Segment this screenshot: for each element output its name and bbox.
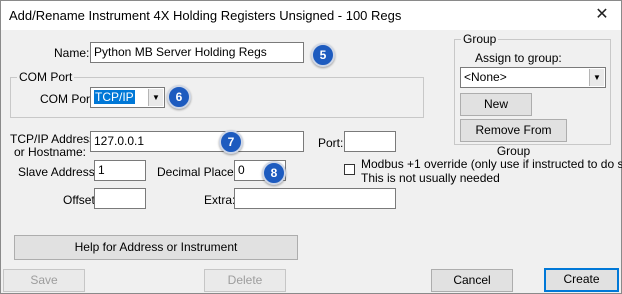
dialog-window: Add/Rename Instrument 4X Holding Registe… — [0, 0, 622, 294]
new-group-button[interactable]: New Group... — [460, 93, 532, 132]
tcpip-value: 127.0.0.1 — [94, 134, 145, 148]
name-field[interactable]: Python MB Server Holding Regs — [90, 42, 304, 63]
remove-from-group-button[interactable]: Remove From Group — [460, 119, 567, 158]
slave-value: 1 — [98, 163, 105, 177]
tcpip-address-field[interactable]: 127.0.0.1 — [90, 131, 304, 152]
callout-7-badge: 7 — [219, 130, 243, 154]
assign-group-select[interactable]: <None> ▼ — [460, 67, 606, 88]
tcpip-label-line2: or Hostname: — [13, 145, 86, 159]
name-label: Name: — [54, 46, 90, 60]
create-button[interactable]: Create — [544, 268, 619, 292]
group-label: Group — [461, 32, 499, 46]
com-port-group-label: COM Port — [17, 70, 75, 84]
port-label: Port: — [318, 136, 344, 150]
assign-group-value: <None> — [464, 70, 507, 84]
callout-8-badge: 8 — [262, 161, 286, 185]
modbus-override-checkbox[interactable] — [344, 164, 355, 175]
decimal-places-label: Decimal Places: — [157, 165, 244, 179]
callout-6-badge: 6 — [167, 85, 191, 109]
chevron-down-icon[interactable]: ▼ — [148, 89, 163, 106]
modbus-override-label-line1: Modbus +1 override (only use if instruct… — [361, 157, 622, 171]
com-port-label: COM Port: — [40, 92, 97, 106]
close-icon[interactable]: ✕ — [591, 4, 613, 26]
tcpip-label-line1: TCP/IP Address — [10, 132, 96, 146]
com-port-value: TCP/IP — [94, 90, 135, 104]
modbus-override-label-line2: This is not usually needed — [361, 171, 500, 185]
callout-5-badge: 5 — [311, 43, 335, 67]
extra-label: Extra: — [204, 193, 236, 207]
save-button[interactable]: Save — [3, 269, 85, 292]
title-bar: Add/Rename Instrument 4X Holding Registe… — [1, 1, 621, 30]
decimal-value: 0 — [238, 163, 245, 177]
com-port-select[interactable]: TCP/IP ▼ — [90, 87, 165, 108]
offset-field[interactable] — [94, 188, 146, 209]
chevron-down-icon[interactable]: ▼ — [589, 69, 604, 86]
slave-address-field[interactable]: 1 — [94, 160, 146, 181]
assign-group-label: Assign to group: — [475, 51, 562, 65]
name-value: Python MB Server Holding Regs — [94, 45, 267, 59]
offset-label: Offset: — [63, 193, 99, 207]
port-field[interactable] — [344, 131, 396, 152]
slave-address-label: Slave Address: — [18, 165, 99, 179]
cancel-button[interactable]: Cancel — [431, 269, 513, 292]
extra-field[interactable] — [234, 188, 396, 209]
delete-button[interactable]: Delete — [204, 269, 286, 292]
help-address-button[interactable]: Help for Address or Instrument — [14, 235, 298, 260]
window-title: Add/Rename Instrument 4X Holding Registe… — [9, 8, 402, 23]
